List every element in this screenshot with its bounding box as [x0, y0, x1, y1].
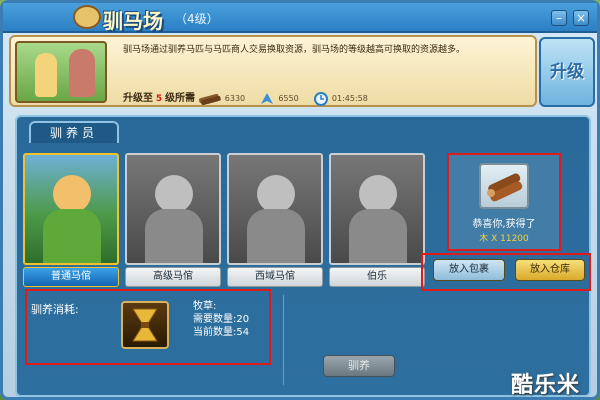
trainer-card-common[interactable]: 普通马倌 [23, 153, 119, 287]
trainer-cards: 普通马倌 高级马倌 西域马倌 伯乐 [23, 153, 425, 287]
train-button[interactable]: 驯养 [323, 355, 395, 377]
horse-farm-icon [73, 5, 101, 29]
trainer-portrait [23, 153, 119, 265]
portrait-figure-horse [69, 49, 95, 97]
window-title: 驯马场 [103, 9, 163, 33]
upgrade-target-level: 5 [155, 94, 163, 104]
title-bar: 驯马场 （4级） – × [3, 3, 597, 33]
cost-info: 牧草: 需要数量:20 当前数量:54 [193, 300, 249, 339]
trainer-card-western[interactable]: 西域马倌 [227, 153, 323, 287]
cost-required: 需要数量:20 [193, 314, 250, 325]
cost-current: 当前数量:54 [193, 327, 250, 338]
trainer-head [359, 175, 397, 213]
put-in-warehouse-button[interactable]: 放入仓库 [515, 259, 585, 281]
trainer-card-bole[interactable]: 伯乐 [329, 153, 425, 287]
trainer-portrait [227, 153, 323, 265]
horse-farm-window: 驯马场 （4级） – × 驯马场通过驯养马匹与马匹商人交易换取资源，驯马场的等级… [0, 0, 600, 400]
building-portrait [15, 41, 107, 103]
trainer-label: 普通马倌 [23, 267, 119, 287]
time-cost: 01:45:58 [331, 94, 368, 103]
hay-bundle-icon [121, 301, 169, 349]
requirement-label: 级所需 [165, 93, 196, 104]
trainer-portrait [329, 153, 425, 265]
upgrade-requirements: 升级至 5 级所需 6330 6550 01:45:58 [123, 89, 533, 106]
tab-trainers[interactable]: 驯养员 [29, 121, 119, 143]
close-button[interactable]: × [573, 10, 589, 26]
cost-title: 驯养消耗: [31, 303, 79, 316]
reward-amount: 木 X 11200 [479, 234, 529, 244]
trainer-head [53, 175, 91, 213]
trainer-label: 伯乐 [329, 267, 425, 287]
trainer-label: 西域马倌 [227, 267, 323, 287]
section-divider [283, 295, 284, 385]
watermark: 酷乐米 [511, 373, 581, 398]
wood-logs-icon [479, 163, 529, 209]
building-description: 驯马场通过驯养马匹与马匹商人交易换取资源，驯马场的等级越高可换取的资源越多。 [123, 45, 466, 55]
wood-logs-graphic [487, 173, 523, 202]
feather-cost: 6550 [278, 94, 299, 103]
wood-cost: 6330 [224, 94, 246, 103]
trainer-head [257, 175, 295, 213]
wood-icon [198, 93, 221, 105]
trainer-head [155, 175, 193, 213]
trainer-body [247, 209, 305, 263]
hay-graphic [132, 308, 158, 342]
upgrade-button[interactable]: 升级 [539, 37, 595, 107]
trainer-body [349, 209, 407, 263]
trainer-body [145, 209, 203, 263]
reward-box: 恭喜你,获得了 木 X 11200 [447, 153, 561, 251]
building-info-panel: 驯马场通过驯养马匹与马匹商人交易换取资源，驯马场的等级越高可换取的资源越多。 升… [9, 35, 537, 107]
upgrade-to-label: 升级至 [123, 93, 153, 104]
clock-icon [313, 91, 328, 106]
trainer-body [43, 209, 101, 263]
feather-icon [261, 92, 274, 104]
reward-congrats: 恭喜你,获得了 [472, 219, 536, 230]
trainer-label: 高级马倌 [125, 267, 221, 287]
cost-item-name: 牧草: [193, 301, 217, 312]
trainer-card-senior[interactable]: 高级马倌 [125, 153, 221, 287]
minimize-button[interactable]: – [551, 10, 567, 26]
put-in-bag-button[interactable]: 放入包裹 [433, 259, 505, 281]
portrait-figure-girl [35, 53, 57, 97]
window-level: （4级） [175, 12, 219, 26]
trainer-portrait [125, 153, 221, 265]
